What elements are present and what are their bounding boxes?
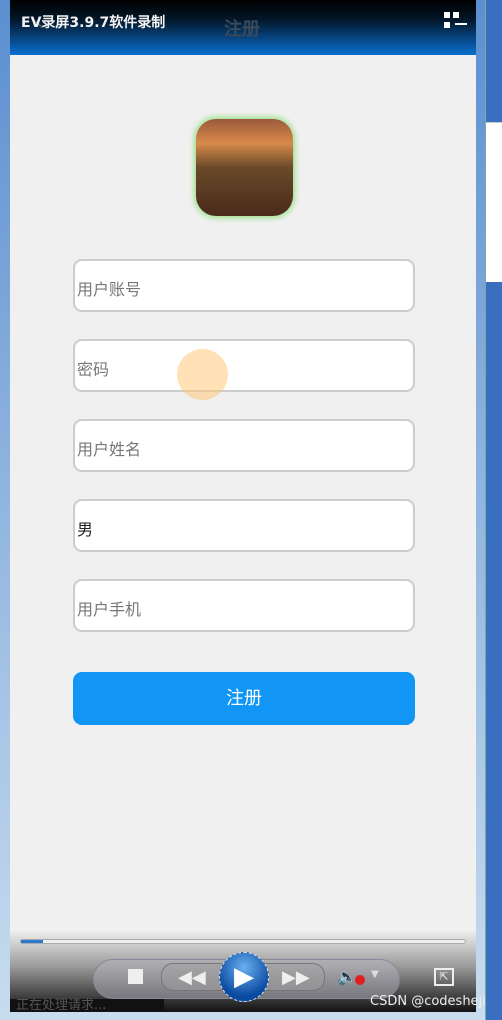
app-screen: EV录屏3.9.7软件录制 注册 用户账号 密码 用户姓名 男 用户手机 注册	[10, 0, 476, 1012]
volume-icon[interactable]: 🔈	[337, 967, 357, 986]
fullscreen-icon[interactable]: ⇱	[434, 968, 454, 986]
phone-input[interactable]: 用户手机	[73, 579, 415, 632]
seek-progress	[21, 940, 44, 943]
name-input[interactable]: 用户姓名	[73, 419, 415, 472]
rewind-icon[interactable]: ◀◀	[178, 967, 206, 988]
register-button[interactable]: 注册	[73, 672, 415, 725]
mute-icon	[355, 975, 365, 985]
collapse-menu-icon[interactable]	[444, 12, 468, 30]
background-window	[486, 0, 502, 1020]
page-title: 注册	[224, 19, 260, 40]
header-bar: EV录屏3.9.7软件录制 注册	[10, 0, 476, 55]
fast-forward-icon[interactable]: ▶▶	[282, 967, 310, 988]
username-input[interactable]: 用户账号	[73, 259, 415, 312]
background-panel	[486, 122, 502, 282]
play-icon[interactable]: ▶	[219, 952, 269, 1002]
watermark: CSDN @codesheji	[370, 994, 486, 1009]
click-indicator	[177, 349, 228, 400]
gender-input[interactable]: 男	[73, 499, 415, 552]
recorder-title: EV录屏3.9.7软件录制	[21, 15, 166, 31]
seek-bar[interactable]	[20, 939, 466, 944]
avatar-image[interactable]	[196, 119, 293, 216]
chevron-down-icon[interactable]: ▼	[371, 969, 379, 980]
status-text: 正在处理请求...	[10, 999, 164, 1012]
stop-icon[interactable]	[128, 969, 143, 984]
password-input[interactable]: 密码	[73, 339, 415, 392]
